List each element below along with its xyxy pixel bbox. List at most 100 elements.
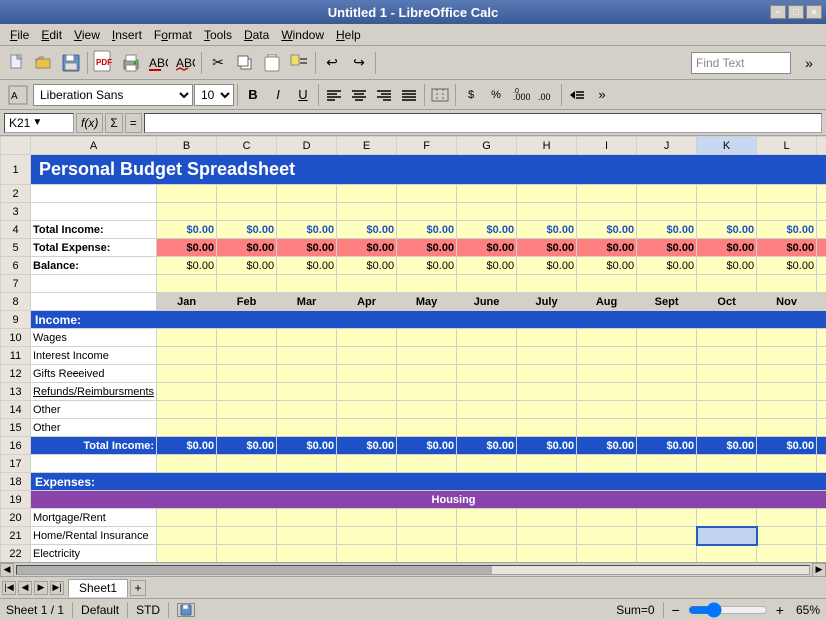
formula-input[interactable] (144, 113, 822, 133)
col-header-k[interactable]: K (697, 137, 757, 155)
row-header-14[interactable]: 14 (1, 401, 31, 419)
styles-button[interactable]: A (4, 82, 32, 108)
menu-insert[interactable]: Insert (106, 26, 148, 44)
cell-e16[interactable]: $0.00 (337, 437, 397, 455)
cell-dec[interactable]: Dec (817, 293, 826, 311)
row-header-16[interactable]: 16 (1, 437, 31, 455)
align-right-button[interactable] (372, 84, 396, 106)
cell-b6[interactable]: $0.00 (157, 257, 217, 275)
spelling-button[interactable]: ABC (145, 50, 171, 76)
cell-k5[interactable]: $0.00 (697, 239, 757, 257)
zoom-out-icon[interactable]: − (672, 602, 680, 618)
col-header-j[interactable]: J (637, 137, 697, 155)
cell-b5[interactable]: $0.00 (157, 239, 217, 257)
cell-d4[interactable]: $0.00 (277, 221, 337, 239)
cell-apr[interactable]: Apr (337, 293, 397, 311)
cell-j6[interactable]: $0.00 (637, 257, 697, 275)
cell-h16[interactable]: $0.00 (517, 437, 577, 455)
function-wizard-button[interactable]: f(x) (76, 113, 103, 133)
merge-cells-button[interactable] (428, 84, 452, 106)
row-header-1[interactable]: 1 (1, 155, 31, 185)
col-header-c[interactable]: C (217, 137, 277, 155)
cell-d5[interactable]: $0.00 (277, 239, 337, 257)
cell-g5[interactable]: $0.00 (457, 239, 517, 257)
cell-a12[interactable]: Gifts Received (31, 365, 157, 383)
toolbar-more-button[interactable]: » (796, 50, 822, 76)
row-header-12[interactable]: 12 (1, 365, 31, 383)
justify-button[interactable] (397, 84, 421, 106)
cell-d6[interactable]: $0.00 (277, 257, 337, 275)
horizontal-scrollbar[interactable]: ◀ ▶ (0, 562, 826, 576)
cell-g4[interactable]: $0.00 (457, 221, 517, 239)
menu-format[interactable]: Format (148, 26, 198, 44)
undo-button[interactable]: ↩ (319, 50, 345, 76)
hscroll-thumb[interactable] (17, 566, 492, 574)
spelling2-button[interactable]: ABC (172, 50, 198, 76)
row-header-17[interactable]: 17 (1, 455, 31, 473)
cell-m5[interactable]: $ (817, 239, 826, 257)
cell-b16[interactable]: $0.00 (157, 437, 217, 455)
sheet-tab-1[interactable]: Sheet1 (68, 579, 128, 597)
col-header-g[interactable]: G (457, 137, 517, 155)
scroll-left-button[interactable]: ◀ (0, 563, 14, 577)
row-header-22[interactable]: 22 (1, 545, 31, 563)
cell-j16[interactable]: $0.00 (637, 437, 697, 455)
row-header-10[interactable]: 10 (1, 329, 31, 347)
tab-prev-button[interactable]: ◀ (18, 581, 32, 595)
cell-c6[interactable]: $0.00 (217, 257, 277, 275)
new-button[interactable] (4, 50, 30, 76)
row-header-13[interactable]: 13 (1, 383, 31, 401)
copy-button[interactable] (232, 50, 258, 76)
hscroll-track[interactable] (16, 565, 810, 575)
col-header-d[interactable]: D (277, 137, 337, 155)
cell-l4[interactable]: $0.00 (757, 221, 817, 239)
cell-b4[interactable]: $0.00 (157, 221, 217, 239)
maximize-button[interactable]: □ (788, 5, 804, 19)
align-left-button[interactable] (322, 84, 346, 106)
cell-m16[interactable]: $ (817, 437, 826, 455)
col-header-m[interactable]: M (817, 137, 826, 155)
cell-a15[interactable]: Other (31, 419, 157, 437)
cell-j5[interactable]: $0.00 (637, 239, 697, 257)
cell-income-header[interactable]: Income: (31, 311, 826, 329)
zoom-in-icon[interactable]: + (776, 602, 784, 618)
tab-first-button[interactable]: |◀ (2, 581, 16, 595)
menu-edit[interactable]: Edit (35, 26, 68, 44)
cell-a20[interactable]: Mortgage/Rent (31, 509, 157, 527)
cell-e5[interactable]: $0.00 (337, 239, 397, 257)
font-name-select[interactable]: Liberation Sans (33, 84, 193, 106)
menu-window[interactable]: Window (275, 26, 330, 44)
row-header-15[interactable]: 15 (1, 419, 31, 437)
cell-a14[interactable]: Other (31, 401, 157, 419)
open-button[interactable] (31, 50, 57, 76)
cell-m6[interactable]: $0.00 (817, 257, 826, 275)
col-header-e[interactable]: E (337, 137, 397, 155)
col-header-h[interactable]: H (517, 137, 577, 155)
cell-a2[interactable] (31, 185, 157, 203)
cell-expenses-header[interactable]: Expenses: (31, 473, 826, 491)
clone-format-button[interactable] (286, 50, 312, 76)
col-header-f[interactable]: F (397, 137, 457, 155)
cell-f5[interactable]: $0.00 (397, 239, 457, 257)
row-header-9[interactable]: 9 (1, 311, 31, 329)
row-header-19[interactable]: 19 (1, 491, 31, 509)
cell-housing-header[interactable]: Housing (31, 491, 826, 509)
underline-button[interactable]: U (291, 84, 315, 106)
cell-m4[interactable]: $ (817, 221, 826, 239)
cell-l16[interactable]: $0.00 (757, 437, 817, 455)
row-header-4[interactable]: 4 (1, 221, 31, 239)
row-header-20[interactable]: 20 (1, 509, 31, 527)
save-button[interactable] (58, 50, 84, 76)
decimal-format-button[interactable]: .000.0 (509, 84, 533, 106)
italic-button[interactable]: I (266, 84, 290, 106)
cell-a4[interactable]: Total Income: (31, 221, 157, 239)
cell-a21[interactable]: Home/Rental Insurance (31, 527, 157, 545)
cell-july[interactable]: July (517, 293, 577, 311)
cell-c16[interactable]: $0.00 (217, 437, 277, 455)
cell-c5[interactable]: $0.00 (217, 239, 277, 257)
cell-a6[interactable]: Balance: (31, 257, 157, 275)
cell-sept[interactable]: Sept (637, 293, 697, 311)
cell-f6[interactable]: $0.00 (397, 257, 457, 275)
cell-k16[interactable]: $0.00 (697, 437, 757, 455)
scroll-right-button[interactable]: ▶ (812, 563, 826, 577)
